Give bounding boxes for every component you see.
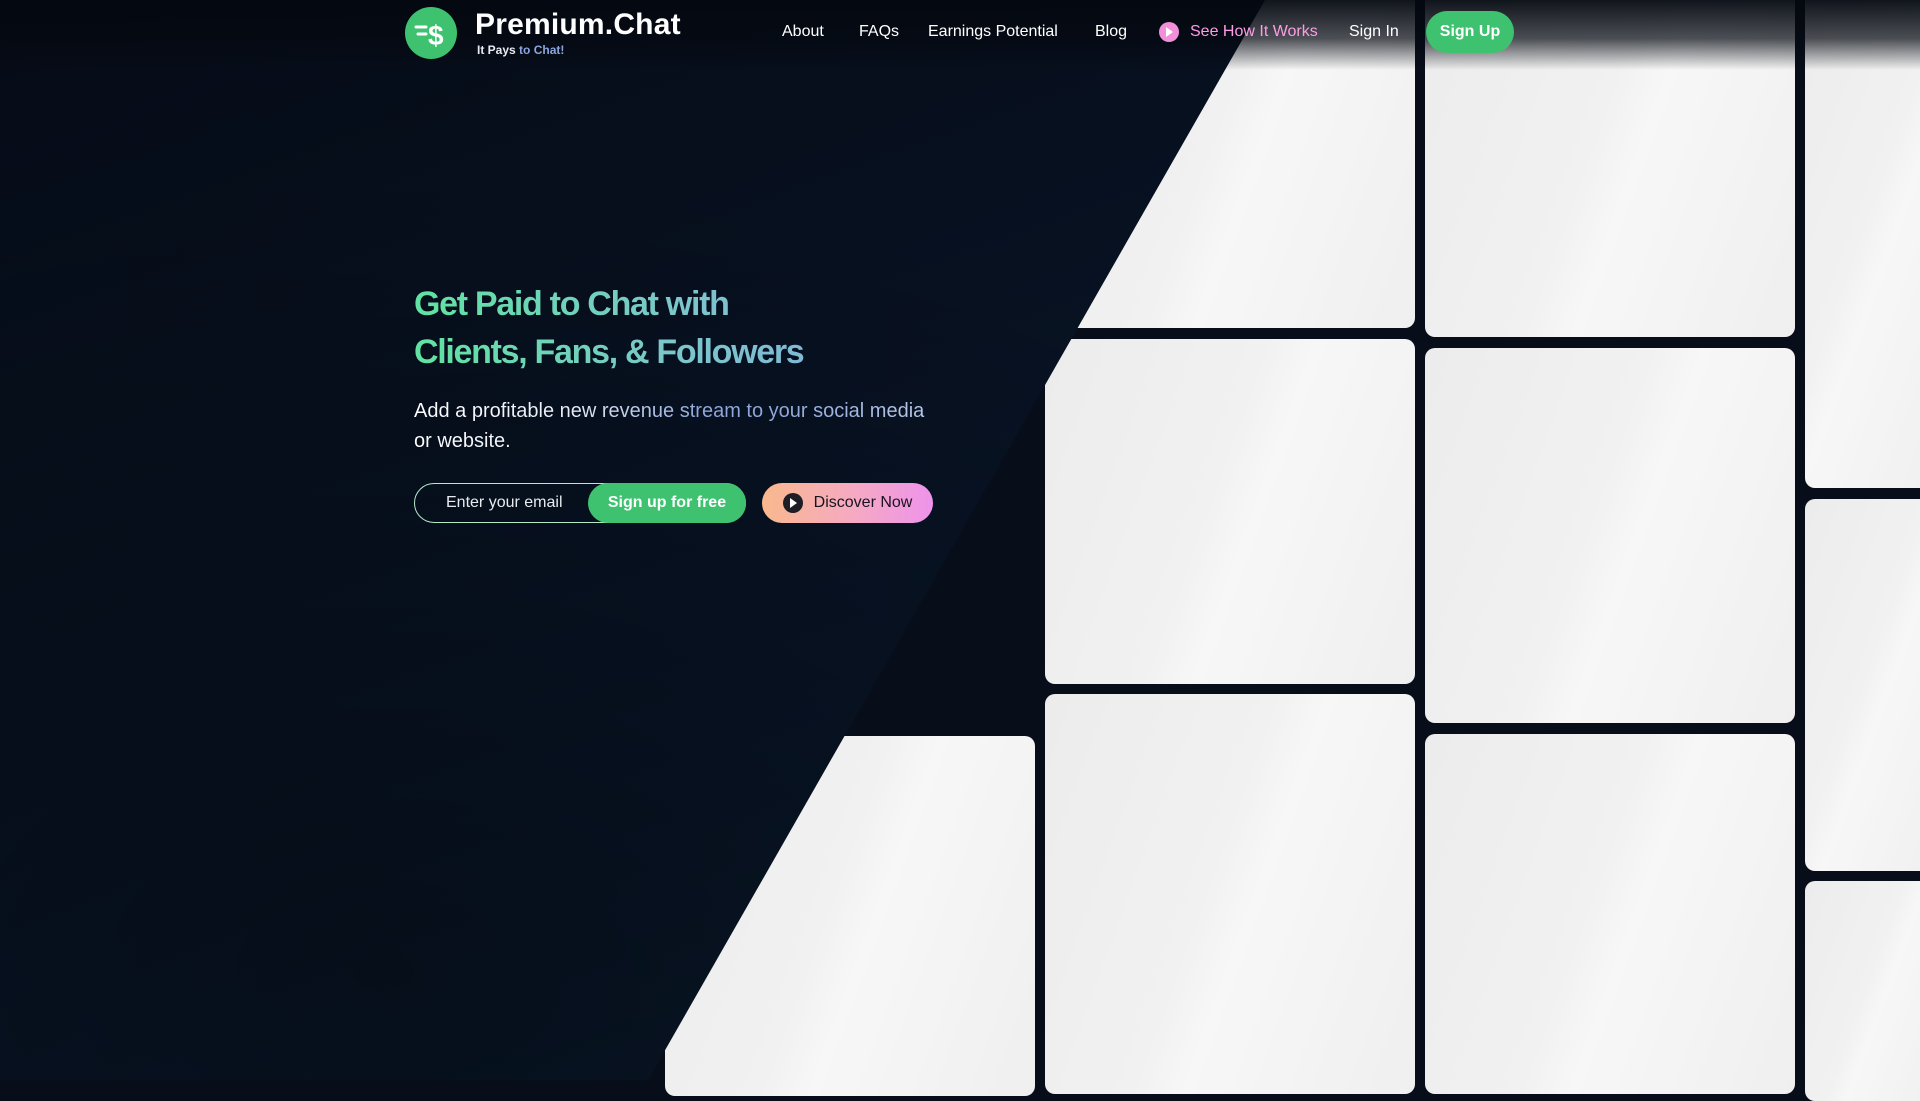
logo[interactable]: $ Premium.Chat It Pays to Chat! [405, 7, 681, 59]
photo-tile [1805, 499, 1920, 871]
photo-tile [1805, 881, 1920, 1101]
play-icon [782, 493, 803, 513]
nav-earnings-potential[interactable]: Earnings Potential [928, 18, 1058, 46]
nav-sign-in[interactable]: Sign In [1349, 18, 1399, 46]
photo-tile [1045, 694, 1415, 1094]
hero-headline: Get Paid to Chat with Clients, Fans, & F… [414, 280, 1014, 376]
hero-headline-line1: Get Paid to Chat with [414, 285, 729, 323]
site-header: $ Premium.Chat It Pays to Chat! About FA… [0, 0, 1920, 70]
nav-see-how-it-works-label: See How It Works [1190, 23, 1318, 40]
photo-tile [1805, 0, 1920, 488]
money-chat-icon: $ [405, 7, 457, 59]
nav-see-how-it-works[interactable]: See How It Works [1159, 18, 1318, 46]
tagline: It Pays to Chat! [477, 43, 681, 57]
hero-headline-line2: Clients, Fans, & Followers [414, 333, 804, 371]
photo-tile [1045, 339, 1415, 684]
discover-now-label: Discover Now [813, 494, 913, 511]
discover-now-button[interactable]: Discover Now [762, 483, 933, 523]
play-icon [1159, 22, 1179, 42]
tagline-main: It Pays [477, 43, 516, 57]
sign-up-button[interactable]: Sign Up [1426, 11, 1514, 53]
photo-tile [1425, 734, 1795, 1094]
sign-up-free-button[interactable]: Sign up for free [588, 483, 746, 523]
nav-about[interactable]: About [782, 18, 824, 46]
hero: Get Paid to Chat with Clients, Fans, & F… [414, 280, 1014, 456]
hero-cta-row: Sign up for free Discover Now [414, 483, 933, 523]
nav-faqs[interactable]: FAQs [859, 18, 899, 46]
tagline-accent: to Chat! [519, 43, 565, 57]
email-signup-form: Sign up for free [414, 483, 746, 523]
nav-blog[interactable]: Blog [1095, 18, 1127, 46]
photo-tile [1425, 348, 1795, 723]
email-input[interactable] [444, 493, 598, 513]
hero-subheading: Add a profitable new revenue stream to y… [414, 396, 934, 456]
brand-name: Premium.Chat [475, 8, 681, 41]
svg-text:$: $ [428, 20, 444, 51]
